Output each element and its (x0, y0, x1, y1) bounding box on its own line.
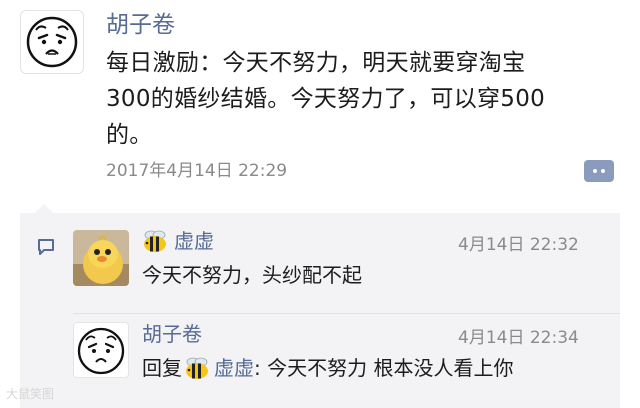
post-text: 每日激励：今天不努力，明天就要穿淘宝 300的婚纱结婚。今天努力了，可以穿500… (106, 45, 626, 153)
comment-icon (37, 238, 55, 260)
more-dots-icon (601, 169, 605, 173)
comment-time: 4月14日 22:34 (458, 328, 579, 348)
commenter-avatar[interactable] (73, 230, 129, 286)
comment-text: 回复 虚虚 : 今天不努力 根本没人看上你 (142, 355, 513, 381)
more-options-button[interactable] (584, 160, 614, 182)
post-text-line: 每日激励：今天不努力，明天就要穿淘宝 (106, 50, 526, 76)
post-text-line: 的。 (106, 122, 153, 148)
reply-to-name[interactable]: 虚虚 (214, 355, 254, 381)
sad-face-avatar-icon (77, 327, 125, 375)
bee-icon (186, 357, 208, 379)
post-text-line: 300的婚纱结婚。今天努力了，可以穿500 (106, 86, 546, 112)
comment-divider (73, 313, 620, 314)
sad-face-avatar-icon (26, 16, 78, 68)
reply-text: : 今天不努力 根本没人看上你 (254, 356, 514, 380)
post-timestamp: 2017年4月14日 22:29 (106, 161, 288, 181)
post-author-name[interactable]: 胡子卷 (106, 11, 175, 39)
comment-author[interactable]: 虚虚 (142, 229, 214, 253)
commenter-avatar[interactable] (73, 322, 129, 378)
comment-text: 今天不努力，头纱配不起 (142, 263, 362, 287)
comment-author-name[interactable]: 胡子卷 (142, 322, 202, 346)
watermark: 大鼠笑图 (6, 387, 55, 401)
comment-time: 4月14日 22:32 (458, 235, 579, 255)
chick-avatar-icon (73, 230, 129, 286)
reply-prefix: 回复 (142, 356, 182, 380)
comment-box-pointer (35, 204, 53, 213)
more-dots-icon (593, 169, 597, 173)
comment-author-name: 虚虚 (174, 229, 214, 253)
post-author-avatar[interactable] (20, 10, 84, 74)
bee-icon (144, 230, 166, 252)
